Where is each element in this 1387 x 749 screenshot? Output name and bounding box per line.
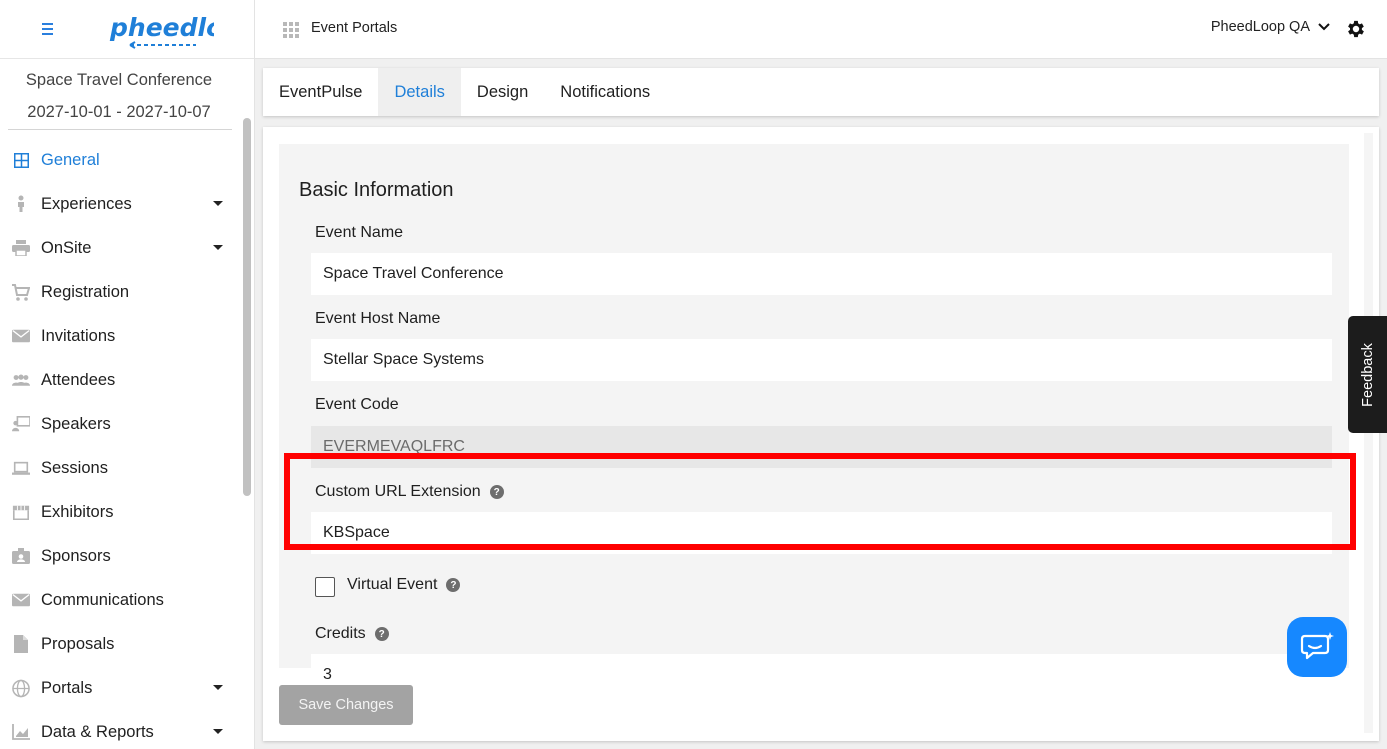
basic-information-card: Basic Information Event Name Event Host … (279, 144, 1349, 696)
sidebar-item-label: Speakers (41, 414, 111, 433)
sidebar-item-sponsors[interactable]: Sponsors (0, 534, 254, 578)
sidebar-item-label: Experiences (41, 194, 132, 213)
person-icon (12, 195, 30, 213)
presenter-icon (12, 415, 30, 433)
event-host-name-label: Event Host Name (315, 310, 441, 327)
caret-down-icon[interactable] (213, 685, 223, 690)
caret-down-icon[interactable] (213, 201, 223, 206)
sidebar-item-label: Data & Reports (41, 722, 154, 741)
envelope-icon (12, 591, 30, 609)
sidebar-item-label: Sponsors (41, 546, 111, 565)
sidebar-item-label: Attendees (41, 370, 116, 389)
event-code-input (311, 426, 1332, 468)
sidebar-item-label: Registration (41, 282, 130, 301)
sidebar-item-sessions[interactable]: Sessions (0, 446, 254, 490)
sidebar-item-label: Sessions (41, 458, 108, 477)
sidebar-item-label: Portals (41, 678, 93, 697)
sidebar-item-attendees[interactable]: Attendees (0, 358, 254, 402)
tab-details[interactable]: Details (378, 68, 461, 116)
sidebar-nav: General Experiences OnSite Registration … (0, 138, 254, 749)
custom-url-label-text: Custom URL Extension (315, 483, 481, 500)
account-menu[interactable]: PheedLoop QA (1211, 19, 1330, 35)
event-dates: 2027-10-01 - 2027-10-07 (27, 103, 211, 121)
caret-down-icon[interactable] (213, 729, 223, 734)
sidebar-item-label: Proposals (41, 634, 115, 653)
chart-icon (12, 723, 30, 741)
people-icon (12, 371, 30, 389)
custom-url-label: Custom URL Extension ? (315, 483, 504, 501)
sidebar-item-experiences[interactable]: Experiences (0, 182, 254, 226)
virtual-event-checkbox[interactable] (315, 577, 335, 597)
custom-url-input[interactable] (311, 512, 1332, 554)
event-host-name-input[interactable] (311, 339, 1332, 381)
tab-design[interactable]: Design (461, 68, 544, 116)
storefront-icon (12, 503, 30, 521)
sidebar-item-label: General (41, 150, 100, 169)
gear-icon[interactable] (1345, 18, 1367, 40)
credits-input[interactable] (311, 654, 1332, 696)
sidebar-item-portals[interactable]: Portals (0, 666, 254, 710)
credits-label-text: Credits (315, 625, 366, 642)
tab-eventpulse[interactable]: EventPulse (263, 68, 378, 116)
sidebar-item-label: OnSite (41, 238, 92, 257)
event-name-input[interactable] (311, 253, 1332, 295)
sidebar-item-invitations[interactable]: Invitations (0, 314, 254, 358)
event-name-label: Event Name (315, 224, 404, 241)
sidebar-item-label: Exhibitors (41, 502, 114, 521)
sidebar-item-registration[interactable]: Registration (0, 270, 254, 314)
sidebar: pheedloop Space Travel Conference 2027-1… (0, 0, 255, 749)
sidebar-item-data-reports[interactable]: Data & Reports (0, 710, 254, 749)
virtual-event-label-text: Virtual Event (347, 576, 438, 593)
laptop-icon (12, 459, 30, 477)
event-code-label: Event Code (315, 396, 399, 413)
globe-icon (12, 679, 30, 697)
feedback-tab[interactable]: Feedback (1348, 316, 1387, 433)
cart-icon (12, 283, 30, 301)
event-name: Space Travel Conference (25, 71, 213, 89)
content-scrollbar[interactable] (1364, 133, 1373, 733)
badge-icon (12, 547, 30, 565)
account-name: PheedLoop QA (1210, 19, 1310, 35)
sidebar-item-label: Invitations (41, 326, 116, 345)
help-icon[interactable]: ? (374, 627, 389, 641)
top-bar: Event Portals PheedLoop QA (255, 0, 1387, 59)
sidebar-item-onsite[interactable]: OnSite (0, 226, 254, 270)
pheedloop-logo[interactable]: pheedloop (108, 12, 214, 50)
menu-icon[interactable] (40, 20, 56, 38)
sidebar-scrollbar[interactable] (243, 118, 251, 496)
virtual-event-label: Virtual Event ? (347, 576, 461, 594)
sidebar-header: pheedloop (0, 0, 254, 59)
chevron-down-icon (1318, 23, 1330, 31)
sidebar-item-communications[interactable]: Communications (0, 578, 254, 622)
feedback-label: Feedback (1359, 342, 1376, 407)
help-icon[interactable]: ? (446, 578, 461, 592)
sidebar-item-speakers[interactable]: Speakers (0, 402, 254, 446)
main-content: Basic Information Event Name Event Host … (263, 127, 1379, 741)
divider (8, 129, 232, 130)
svg-text:pheedloop: pheedloop (109, 13, 214, 42)
sidebar-item-proposals[interactable]: Proposals (0, 622, 254, 666)
sidebar-item-exhibitors[interactable]: Exhibitors (0, 490, 254, 534)
credits-label: Credits ? (315, 625, 389, 643)
sidebar-item-general[interactable]: General (0, 138, 254, 182)
page-title: Event Portals (311, 20, 398, 36)
tab-bar: EventPulse Details Design Notifications (263, 68, 1379, 116)
sidebar-item-label: Communications (41, 590, 164, 609)
save-changes-button[interactable]: Save Changes (279, 685, 413, 725)
chat-bubble-icon (1300, 632, 1334, 660)
help-icon[interactable]: ? (489, 485, 504, 499)
envelope-icon (12, 327, 30, 345)
grid-icon (12, 151, 30, 169)
apps-grid-icon[interactable] (283, 22, 299, 38)
tab-notifications[interactable]: Notifications (544, 68, 666, 116)
section-title: Basic Information (299, 179, 454, 201)
document-icon (12, 635, 30, 653)
chat-button[interactable] (1287, 617, 1347, 677)
printer-icon (12, 239, 30, 257)
app-root: pheedloop Space Travel Conference 2027-1… (0, 0, 1387, 749)
event-info: Space Travel Conference 2027-10-01 - 202… (0, 59, 238, 123)
caret-down-icon[interactable] (213, 245, 223, 250)
